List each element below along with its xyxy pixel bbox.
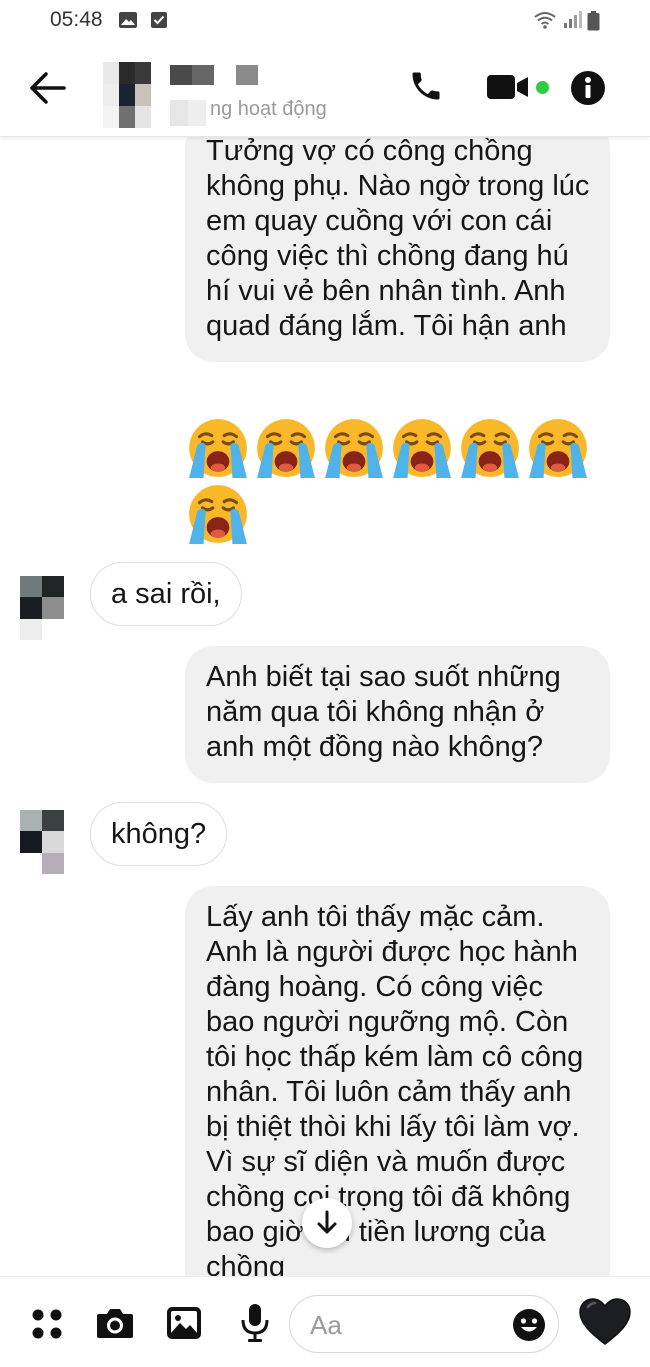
microphone-icon[interactable] bbox=[240, 1303, 270, 1343]
message-input-box[interactable] bbox=[289, 1295, 559, 1353]
camera-icon[interactable] bbox=[96, 1306, 134, 1340]
message-outgoing[interactable]: Lấy anh tôi thấy mặc cảm. Anh là người đ… bbox=[185, 886, 610, 1276]
apps-icon[interactable] bbox=[30, 1307, 64, 1341]
crying-face-icon bbox=[529, 419, 587, 478]
status-bar: 05:48 bbox=[0, 0, 650, 40]
contact-name-redacted[interactable] bbox=[170, 65, 260, 85]
message-list[interactable]: Tưởng vợ có công chồng không phụ. Nào ng… bbox=[0, 136, 650, 1276]
crying-face-icon bbox=[325, 419, 383, 478]
video-camera-icon[interactable] bbox=[486, 72, 532, 102]
crying-face-icon bbox=[257, 419, 315, 478]
smiley-icon[interactable] bbox=[512, 1308, 546, 1342]
active-status: ng hoạt động bbox=[210, 98, 327, 120]
battery-icon bbox=[587, 11, 600, 31]
signal-icon bbox=[564, 11, 582, 28]
chat-header: ng hoạt động bbox=[0, 40, 650, 137]
arrow-down-icon bbox=[317, 1210, 337, 1234]
status-redacted bbox=[170, 100, 206, 126]
contact-avatar[interactable] bbox=[103, 62, 151, 128]
sender-avatar[interactable] bbox=[20, 810, 64, 874]
message-incoming[interactable]: không? bbox=[90, 802, 228, 866]
gallery-notification-icon bbox=[119, 12, 137, 28]
phone-icon[interactable] bbox=[408, 68, 444, 104]
wifi-icon bbox=[534, 12, 556, 29]
message-incoming[interactable]: a sai rồi, bbox=[90, 562, 242, 626]
message-outgoing[interactable]: Anh biết tại sao suốt những năm qua tôi … bbox=[185, 646, 610, 783]
message-outgoing[interactable]: Tưởng vợ có công chồng không phụ. Nào ng… bbox=[185, 136, 610, 362]
crying-face-icon bbox=[189, 485, 247, 544]
sender-avatar[interactable] bbox=[20, 576, 64, 640]
gallery-icon[interactable] bbox=[166, 1306, 202, 1340]
online-indicator bbox=[536, 81, 549, 94]
emoji-message-row-2[interactable] bbox=[185, 480, 251, 546]
emoji-message[interactable] bbox=[185, 414, 591, 480]
check-notification-icon bbox=[151, 12, 167, 28]
crying-face-icon bbox=[461, 419, 519, 478]
back-arrow-icon[interactable] bbox=[28, 70, 68, 106]
info-icon[interactable] bbox=[570, 70, 606, 106]
heart-icon[interactable] bbox=[578, 1297, 632, 1347]
status-time: 05:48 bbox=[50, 8, 103, 31]
composer-bar bbox=[0, 1276, 650, 1367]
message-input[interactable] bbox=[308, 1308, 502, 1342]
crying-face-icon bbox=[189, 419, 247, 478]
crying-face-icon bbox=[393, 419, 451, 478]
scroll-down-button[interactable] bbox=[302, 1198, 352, 1248]
